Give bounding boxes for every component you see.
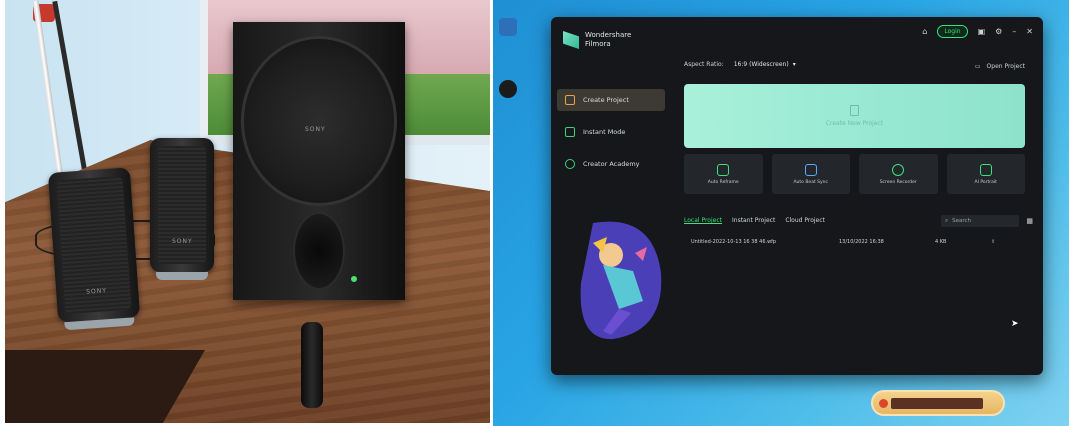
desktop-app-icon[interactable] bbox=[499, 80, 517, 98]
reframe-icon bbox=[717, 163, 730, 176]
taskbar-bar bbox=[891, 398, 983, 409]
lightbulb-icon bbox=[565, 159, 575, 169]
sidebar-item-instant-mode[interactable]: Instant Mode bbox=[557, 121, 665, 143]
filmora-logo-icon bbox=[563, 31, 579, 49]
open-project-button[interactable]: ▭ Open Project bbox=[975, 63, 1025, 70]
login-button[interactable]: Login bbox=[937, 25, 968, 38]
desktop-app-icon[interactable] bbox=[499, 18, 517, 36]
search-placeholder: Search bbox=[952, 218, 971, 224]
bass-port bbox=[293, 212, 345, 290]
record-icon bbox=[892, 163, 905, 176]
settings-icon[interactable]: ⚙ bbox=[995, 27, 1002, 36]
speaker-photo: SONY SONY SONY bbox=[5, 0, 490, 423]
folder-icon: ▭ bbox=[974, 63, 981, 70]
search-icon: ⌕ bbox=[945, 217, 949, 224]
aspect-ratio-value: 16:9 (Widescreen) bbox=[733, 61, 789, 68]
portrait-icon bbox=[979, 163, 992, 176]
chevron-down-icon: ▾ bbox=[792, 61, 796, 68]
woofer-cone bbox=[241, 36, 397, 206]
speaker-grill bbox=[158, 146, 206, 264]
sidebar-item-label: Creator Academy bbox=[583, 160, 640, 168]
file-size: 4 KB bbox=[935, 239, 947, 245]
tab-instant-project[interactable]: Instant Project bbox=[732, 217, 775, 224]
close-icon[interactable]: ✕ bbox=[1026, 27, 1033, 36]
brand-label: SONY bbox=[305, 126, 326, 133]
tab-local-project[interactable]: Local Project bbox=[684, 217, 722, 224]
tool-label: Auto Reframe bbox=[707, 179, 739, 185]
file-date: 13/10/2022 16:38 bbox=[839, 239, 884, 245]
subwoofer: SONY bbox=[233, 22, 405, 300]
brand-label: SONY bbox=[172, 238, 193, 245]
new-project-button[interactable]: Create New Project bbox=[684, 84, 1025, 148]
tool-auto-reframe[interactable]: Auto Reframe bbox=[684, 154, 763, 194]
tool-screen-recorder[interactable]: Screen Recorder bbox=[859, 154, 938, 194]
aspect-ratio-select[interactable]: 16:9 (Widescreen) ▾ bbox=[734, 61, 796, 68]
filmora-window: Wondershare Filmora ⌂ Login ▣ ⚙ – ✕ Crea… bbox=[551, 17, 1043, 375]
tool-label: Auto Beat Sync bbox=[793, 179, 829, 185]
mouse-cursor-icon: ➤ bbox=[1011, 319, 1019, 329]
tool-cards: Auto Reframe Auto Beat Sync Screen Recor… bbox=[684, 154, 1025, 194]
grid-view-icon[interactable]: ▦ bbox=[1026, 217, 1033, 225]
logo-line2: Filmora bbox=[585, 40, 611, 48]
sidebar-item-label: Instant Mode bbox=[583, 128, 626, 136]
left-satellite-speaker: SONY bbox=[47, 167, 141, 331]
tab-cloud-project[interactable]: Cloud Project bbox=[785, 217, 825, 224]
monitor-photo: Wondershare Filmora ⌂ Login ▣ ⚙ – ✕ Crea… bbox=[493, 0, 1069, 426]
upload-icon[interactable]: ⇪ bbox=[991, 239, 995, 245]
gift-icon[interactable]: ▣ bbox=[978, 27, 986, 36]
app-logo: Wondershare Filmora bbox=[563, 31, 631, 49]
open-project-label: Open Project bbox=[986, 63, 1025, 70]
brand-label: SONY bbox=[86, 287, 108, 296]
beat-sync-icon bbox=[804, 163, 817, 176]
logo-line1: Wondershare bbox=[585, 31, 632, 39]
window-controls: ⌂ Login ▣ ⚙ – ✕ bbox=[922, 25, 1033, 38]
tool-label: Screen Recorder bbox=[879, 179, 917, 185]
power-led bbox=[351, 276, 357, 282]
right-satellite-speaker: SONY bbox=[150, 138, 214, 280]
remote-control bbox=[301, 322, 323, 408]
speaker-base bbox=[156, 272, 208, 280]
tool-auto-beat-sync[interactable]: Auto Beat Sync bbox=[771, 154, 850, 194]
taskbar-widget[interactable] bbox=[871, 390, 1005, 416]
sidebar: Create Project Instant Mode Creator Acad… bbox=[557, 89, 665, 185]
file-name: Untitled-2022-10-13 16 38 46.wfp bbox=[691, 239, 777, 245]
new-file-icon bbox=[850, 105, 859, 116]
tool-ai-portrait[interactable]: AI Portrait bbox=[946, 154, 1025, 194]
sidebar-item-create-project[interactable]: Create Project bbox=[557, 89, 665, 111]
project-tabs: Local Project Instant Project Cloud Proj… bbox=[684, 217, 825, 224]
create-project-icon bbox=[565, 95, 575, 105]
new-project-label: Create New Project bbox=[825, 120, 884, 127]
home-icon[interactable]: ⌂ bbox=[922, 27, 927, 36]
aspect-ratio-row: Aspect Ratio: 16:9 (Widescreen) ▾ bbox=[684, 61, 796, 68]
tool-label: AI Portrait bbox=[974, 179, 997, 185]
title-bar: Wondershare Filmora ⌂ Login ▣ ⚙ – ✕ bbox=[551, 17, 1043, 49]
status-dot-icon bbox=[879, 399, 888, 408]
astronaut-illustration bbox=[580, 221, 662, 340]
search-input[interactable]: ⌕ Search bbox=[941, 215, 1019, 227]
sidebar-item-label: Create Project bbox=[583, 96, 629, 104]
instant-mode-icon bbox=[565, 127, 575, 137]
minimize-icon[interactable]: – bbox=[1012, 27, 1016, 36]
table-row[interactable]: Untitled-2022-10-13 16 38 46.wfp 13/10/2… bbox=[691, 239, 1011, 245]
aspect-ratio-label: Aspect Ratio: bbox=[684, 61, 724, 68]
sidebar-item-creator-academy[interactable]: Creator Academy bbox=[557, 153, 665, 175]
